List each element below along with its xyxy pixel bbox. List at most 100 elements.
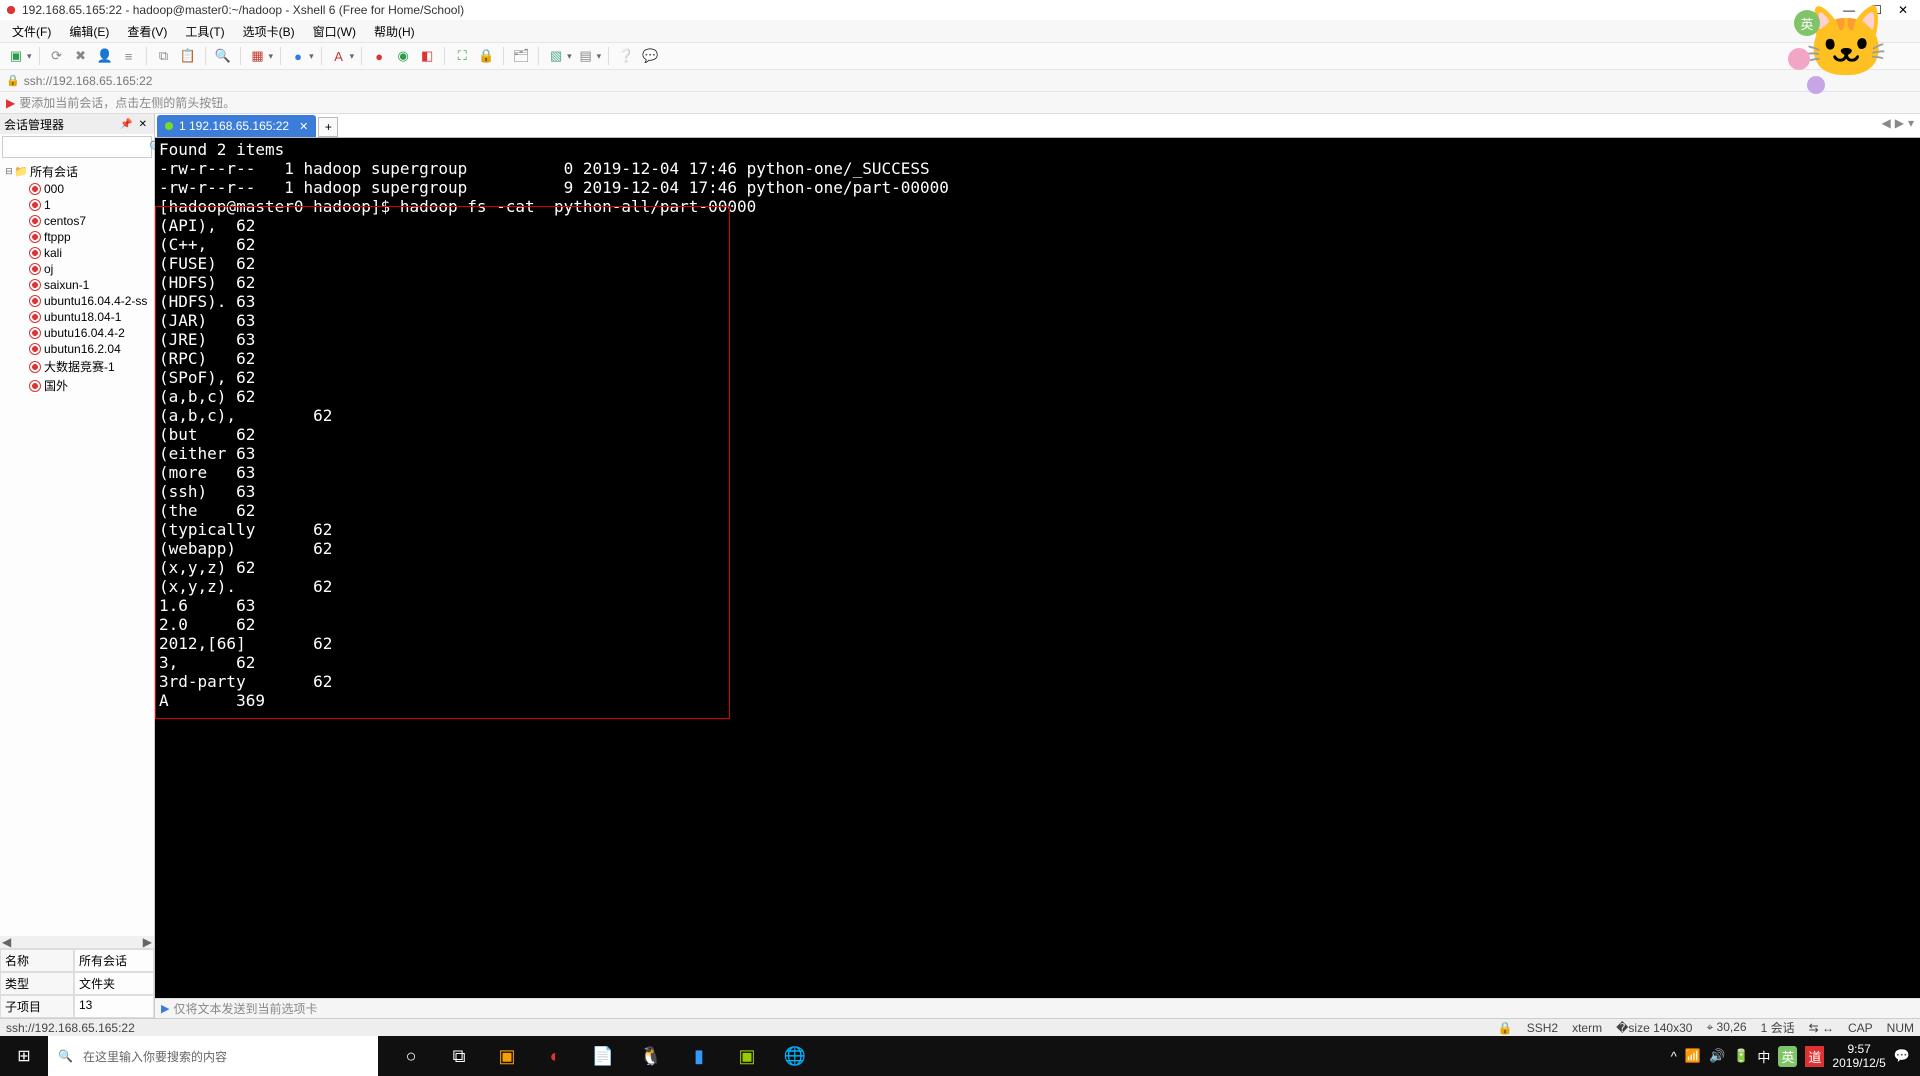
vmware-icon[interactable]: ▣	[484, 1036, 530, 1076]
dropdown-icon[interactable]: ▾	[309, 51, 314, 62]
tab-next-icon[interactable]: ▶	[1895, 116, 1904, 130]
qq-icon[interactable]: 🐧	[628, 1036, 674, 1076]
session-search-input[interactable]	[7, 141, 149, 153]
properties-icon[interactable]: ≡	[119, 46, 139, 66]
dropdown-icon[interactable]: ▾	[269, 51, 274, 62]
session-item-label: 国外	[44, 377, 68, 394]
paste-icon[interactable]: 📋	[178, 46, 198, 66]
address-bar[interactable]: 🔒 ssh://192.168.65.165:22	[0, 70, 1920, 92]
tab-menu-icon[interactable]: ▾	[1908, 116, 1914, 130]
menu-file[interactable]: 文件(F)	[8, 21, 55, 42]
fullscreen-icon[interactable]: ⛶	[452, 46, 472, 66]
session-search[interactable]: 🔍	[2, 136, 152, 158]
session-item[interactable]: saixun-1	[14, 277, 154, 293]
session-item[interactable]: ubuntu18.04-1	[14, 309, 154, 325]
session-item[interactable]: 1	[14, 197, 154, 213]
panel-title: 会话管理器	[4, 116, 117, 133]
globe-icon[interactable]: ●	[288, 46, 308, 66]
horizontal-scrollbar[interactable]: ◀▶	[0, 936, 154, 948]
menu-window[interactable]: 窗口(W)	[309, 21, 360, 42]
session-item[interactable]: ubuntu16.04.4-2-ss	[14, 293, 154, 309]
dropdown-icon[interactable]: ▾	[350, 51, 355, 62]
youdao-icon[interactable]: 道	[1805, 1046, 1824, 1067]
minimize-button[interactable]: —	[1843, 3, 1855, 17]
status-cap: CAP	[1848, 1021, 1873, 1035]
session-item[interactable]: 国外	[14, 376, 154, 395]
xshell-icon[interactable]: ◐	[532, 1036, 578, 1076]
tab-close-icon[interactable]: ✕	[299, 120, 308, 133]
chrome-icon[interactable]: 🌐	[772, 1036, 818, 1076]
session-item[interactable]: ftppp	[14, 229, 154, 245]
stop-icon[interactable]: ◉	[393, 46, 413, 66]
reconnect-icon[interactable]: ⟳	[47, 46, 67, 66]
session-item[interactable]: 000	[14, 181, 154, 197]
compose-bar[interactable]: ▶ 仅将文本发送到当前选项卡	[155, 998, 1920, 1018]
wifi-icon[interactable]: 📶	[1685, 1048, 1701, 1064]
terminal[interactable]: Found 2 items -rw-r--r-- 1 hadoop superg…	[155, 138, 1920, 998]
dropdown-icon[interactable]: ▾	[597, 51, 602, 62]
session-item[interactable]: 大数据竞赛-1	[14, 357, 154, 376]
session-item[interactable]: centos7	[14, 213, 154, 229]
menu-edit[interactable]: 编辑(E)	[65, 21, 113, 42]
tray-arrow-icon[interactable]: ^	[1671, 1049, 1677, 1064]
layout-icon[interactable]: ▦	[248, 46, 268, 66]
notepadpp-icon[interactable]: 📄	[580, 1036, 626, 1076]
pycharm-icon[interactable]: ▣	[724, 1036, 770, 1076]
status-num: NUM	[1887, 1021, 1914, 1035]
session-item[interactable]: kali	[14, 245, 154, 261]
close-button[interactable]: ✕	[1898, 3, 1908, 17]
new-session-icon[interactable]: ▣	[6, 46, 26, 66]
taskview-icon[interactable]: ⧉	[436, 1036, 482, 1076]
ding-icon[interactable]: ▮	[676, 1036, 722, 1076]
session-item-label: kali	[44, 246, 62, 260]
tree-root[interactable]: ⊟ 所有会话	[0, 162, 154, 181]
tab-active[interactable]: 1 192.168.65.165:22 ✕	[157, 115, 316, 137]
ime-badge-icon[interactable]: 英	[1778, 1046, 1797, 1067]
session-item[interactable]: ubutu16.04.4-2	[14, 325, 154, 341]
close-panel-icon[interactable]: ✕	[136, 119, 150, 130]
copy-icon[interactable]: ⧉	[154, 46, 174, 66]
script-icon[interactable]: ▤	[576, 46, 596, 66]
status-bar: ssh://192.168.65.165:22 🔒 SSH2 xterm �si…	[0, 1018, 1920, 1036]
search-icon[interactable]: 🔍	[213, 46, 233, 66]
menu-options[interactable]: 选项卡(B)	[239, 21, 299, 42]
maximize-button[interactable]: ☐	[1871, 3, 1882, 17]
action-center-icon[interactable]: 💬	[1894, 1048, 1910, 1064]
session-icon	[29, 327, 41, 339]
session-item-label: 大数据竞赛-1	[44, 358, 115, 375]
session-item[interactable]: ubutun16.2.04	[14, 341, 154, 357]
taskbar-clock[interactable]: 9:57 2019/12/5	[1832, 1042, 1885, 1070]
tab-prev-icon[interactable]: ◀	[1882, 116, 1891, 130]
windows-search[interactable]: 🔍 在这里输入你要搜索的内容	[48, 1036, 378, 1076]
new-tab-button[interactable]: +	[318, 117, 338, 137]
terminal-panel: 1 192.168.65.165:22 ✕ + ◀ ▶ ▾ Found 2 it…	[155, 114, 1920, 1018]
battery-icon[interactable]: 🔋	[1733, 1048, 1749, 1064]
volume-icon[interactable]: 🔊	[1709, 1048, 1725, 1064]
session-icon	[29, 380, 41, 392]
menu-view[interactable]: 查看(V)	[123, 21, 171, 42]
menu-tools[interactable]: 工具(T)	[181, 21, 228, 42]
dropdown-icon[interactable]: ▾	[567, 51, 572, 62]
menu-help[interactable]: 帮助(H)	[370, 21, 419, 42]
transfer-icon[interactable]: ▧	[546, 46, 566, 66]
pin-icon[interactable]: 📌	[117, 119, 135, 130]
disconnect-icon[interactable]: ✖	[71, 46, 91, 66]
record-icon[interactable]: ●	[369, 46, 389, 66]
about-icon[interactable]: 💬	[640, 46, 660, 66]
status-link: ⇆ ↔	[1809, 1021, 1834, 1035]
window-title: 192.168.65.165:22 - hadoop@master0:~/had…	[22, 3, 1843, 17]
pause-icon[interactable]: ◧	[417, 46, 437, 66]
cortana-icon[interactable]: ○	[388, 1036, 434, 1076]
dropdown-icon[interactable]: ▾	[27, 51, 32, 62]
profile-icon[interactable]: 👤	[95, 46, 115, 66]
session-icon	[29, 311, 41, 323]
collapse-icon[interactable]: ⊟	[4, 166, 14, 177]
session-item[interactable]: oj	[14, 261, 154, 277]
folder-icon[interactable]: 🗂	[511, 46, 531, 66]
ime-icon[interactable]: 中	[1757, 1047, 1770, 1066]
lock-icon[interactable]: 🔒	[476, 46, 496, 66]
start-button[interactable]: ⊞	[0, 1036, 48, 1076]
help-icon[interactable]: ❔	[616, 46, 636, 66]
font-icon[interactable]: A	[329, 46, 349, 66]
session-icon	[29, 215, 41, 227]
